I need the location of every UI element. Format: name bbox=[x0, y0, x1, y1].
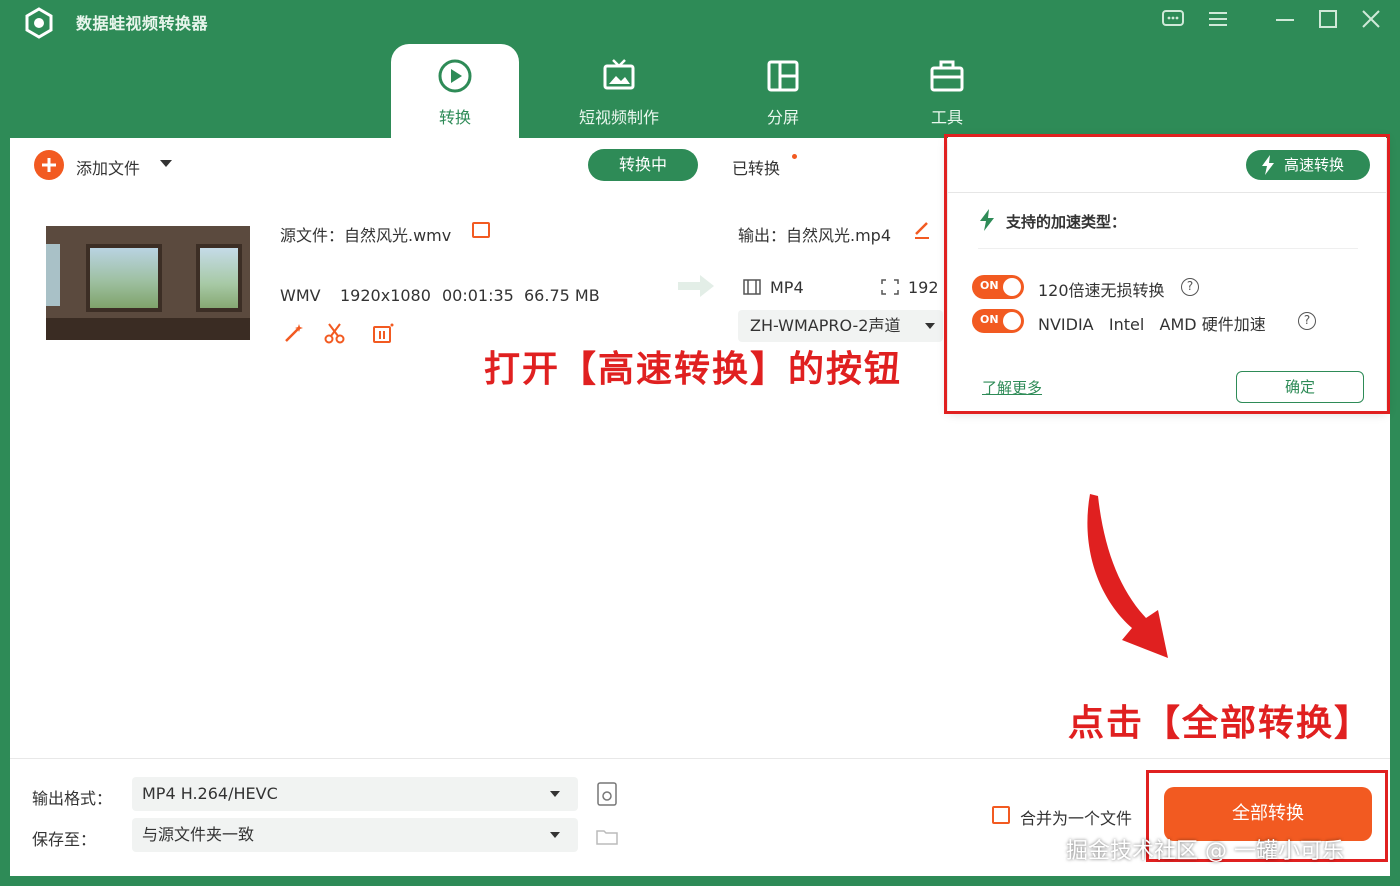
add-file-label[interactable]: 添加文件 bbox=[76, 155, 140, 179]
watermark: 掘金技术社区 @ 一罐小可乐 bbox=[1066, 839, 1344, 864]
red-arrow-icon bbox=[1087, 494, 1168, 658]
feedback-icon[interactable] bbox=[1160, 8, 1186, 30]
tab-short-video[interactable]: 短视频制作 bbox=[555, 44, 683, 140]
plus-icon bbox=[42, 158, 56, 172]
audio-track-value: ZH-WMAPRO-2声道 bbox=[750, 316, 901, 335]
tab-tools[interactable]: 工具 bbox=[883, 44, 1011, 140]
resize-icon bbox=[881, 279, 899, 295]
tab-converting[interactable]: 转换中 bbox=[588, 149, 698, 181]
film-icon bbox=[743, 279, 761, 295]
tab-label: 短视频制作 bbox=[578, 108, 659, 127]
save-to-select[interactable]: 与源文件夹一致 bbox=[132, 818, 578, 852]
tab-convert[interactable]: 转换 bbox=[391, 44, 519, 140]
chevron-down-icon bbox=[925, 323, 935, 329]
save-to-value: 与源文件夹一致 bbox=[142, 825, 255, 844]
source-duration: 00:01:35 bbox=[442, 286, 514, 305]
source-resolution: 1920x1080 bbox=[340, 286, 431, 305]
tv-icon bbox=[603, 59, 635, 90]
chevron-down-icon bbox=[550, 832, 560, 838]
app-title: 数据蛙视频转换器 bbox=[76, 14, 209, 33]
source-format: WMV bbox=[280, 286, 321, 305]
tab-label: 工具 bbox=[930, 108, 963, 127]
close-icon[interactable] bbox=[1358, 8, 1384, 30]
source-size: 66.75 MB bbox=[524, 286, 600, 305]
tab-converted[interactable]: 已转换 bbox=[732, 155, 780, 179]
tab-label: 转换 bbox=[438, 108, 471, 127]
audio-track-select[interactable]: ZH-WMAPRO-2声道 bbox=[738, 310, 943, 342]
merge-label: 合并为一个文件 bbox=[1020, 809, 1133, 828]
save-to-label: 保存至： bbox=[32, 830, 97, 849]
chevron-down-icon[interactable] bbox=[160, 160, 172, 167]
chevron-down-icon bbox=[550, 791, 560, 797]
output-format-select[interactable]: MP4 H.264/HEVC bbox=[132, 777, 578, 811]
arrow-right-icon bbox=[678, 275, 714, 297]
info-icon[interactable] bbox=[472, 222, 490, 238]
source-file-label: 源文件：自然风光.wmv bbox=[280, 226, 452, 245]
highlight-box bbox=[944, 134, 1390, 414]
maximize-icon[interactable] bbox=[1315, 8, 1341, 30]
add-file-button[interactable] bbox=[34, 150, 64, 180]
toolbox-icon bbox=[930, 60, 964, 92]
tab-split-screen[interactable]: 分屏 bbox=[719, 44, 847, 140]
output-format-label: 输出格式： bbox=[32, 789, 113, 808]
convert-icon bbox=[438, 59, 472, 93]
title-bar: 数据蛙视频转换器 转换 短视频制作 分屏 工具 bbox=[0, 0, 1400, 140]
menu-icon[interactable] bbox=[1205, 8, 1231, 30]
tab-label: 分屏 bbox=[766, 108, 799, 127]
output-format-value: MP4 H.264/HEVC bbox=[142, 784, 278, 803]
annotation-click-convert-all: 点击【全部转换】 bbox=[1068, 703, 1373, 744]
video-thumbnail[interactable] bbox=[46, 226, 250, 340]
format-settings-icon[interactable] bbox=[594, 781, 620, 807]
edit-effects-icon[interactable] bbox=[371, 321, 395, 345]
scissors-icon[interactable] bbox=[323, 321, 347, 345]
minimize-icon[interactable] bbox=[1272, 8, 1298, 30]
magic-wand-icon[interactable] bbox=[282, 321, 306, 345]
output-resolution[interactable]: 192 bbox=[908, 278, 939, 297]
split-screen-icon bbox=[767, 60, 799, 92]
output-format[interactable]: MP4 bbox=[770, 278, 804, 297]
folder-icon[interactable] bbox=[594, 823, 620, 849]
output-file-label: 输出：自然风光.mp4 bbox=[738, 226, 892, 245]
app-logo-icon bbox=[25, 7, 53, 39]
merge-checkbox[interactable] bbox=[992, 806, 1010, 824]
annotation-open-turbo: 打开【高速转换】的按钮 bbox=[484, 349, 903, 390]
notification-dot bbox=[792, 154, 797, 159]
pencil-icon[interactable] bbox=[913, 220, 931, 240]
